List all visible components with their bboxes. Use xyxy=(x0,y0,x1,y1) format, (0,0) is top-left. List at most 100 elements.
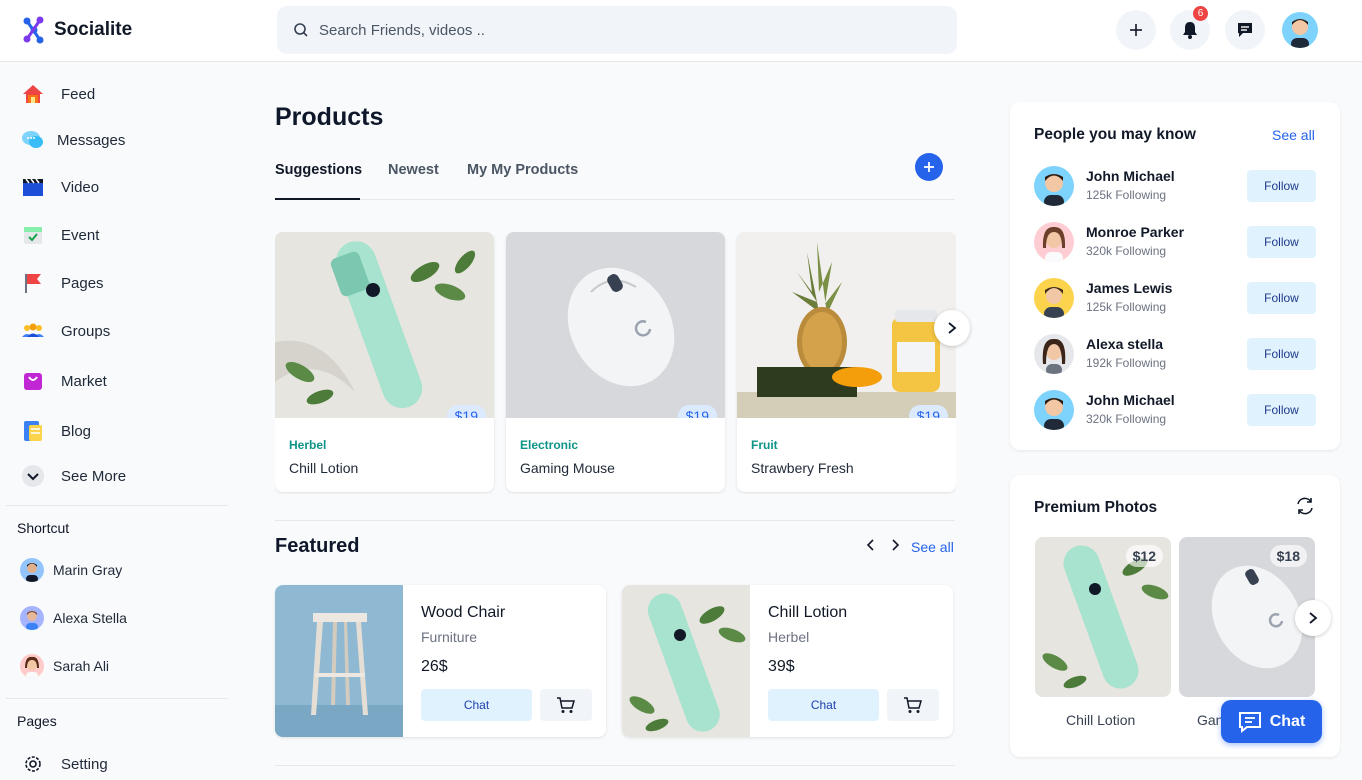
sidebar-item-label: Setting xyxy=(61,755,108,773)
section-divider xyxy=(275,520,955,521)
sidebar-item-event[interactable]: Event xyxy=(20,217,220,253)
featured-card[interactable]: Chill Lotion Herbel 39$ Chat xyxy=(622,585,953,737)
product-category: Herbel xyxy=(289,438,327,452)
follow-button[interactable]: Follow xyxy=(1247,338,1316,370)
person-following: 125k Following xyxy=(1086,188,1167,202)
featured-prev-button[interactable] xyxy=(863,537,879,553)
tab-suggestions[interactable]: Suggestions xyxy=(275,162,362,178)
plus-icon xyxy=(924,162,934,172)
sidebar-item-setting[interactable]: Setting xyxy=(20,746,220,780)
premium-photo[interactable]: $12 xyxy=(1035,537,1171,697)
chat-button[interactable]: Chat xyxy=(421,689,532,721)
shortcut-label: Alexa Stella xyxy=(53,610,127,626)
video-icon xyxy=(20,174,46,200)
price-badge: $19 xyxy=(677,405,717,418)
person-suggestion: Alexa stella 192k Following Follow xyxy=(1034,332,1316,374)
search-bar[interactable] xyxy=(277,6,957,54)
product-card[interactable]: $19 Herbel Chill Lotion xyxy=(275,232,494,492)
avatar[interactable] xyxy=(1034,334,1074,374)
follow-button[interactable]: Follow xyxy=(1247,282,1316,314)
logo[interactable]: Socialite xyxy=(22,16,132,44)
cart-icon xyxy=(557,697,575,713)
shortcut-item[interactable]: Sarah Ali xyxy=(20,654,109,678)
featured-category: Herbel xyxy=(768,629,810,645)
chevron-right-icon xyxy=(892,539,900,551)
featured-next-button[interactable] xyxy=(887,537,903,553)
follow-button[interactable]: Follow xyxy=(1247,394,1316,426)
sidebar-item-label: Messages xyxy=(57,131,126,149)
create-button[interactable] xyxy=(1116,10,1156,50)
sidebar-item-feed[interactable]: Feed xyxy=(20,76,220,112)
person-name[interactable]: James Lewis xyxy=(1086,280,1172,296)
sidebar-item-groups[interactable]: Groups xyxy=(20,313,220,349)
user-avatar[interactable] xyxy=(1282,12,1318,48)
avatar-image xyxy=(1282,12,1318,48)
shortcut-title: Shortcut xyxy=(17,520,70,536)
refresh-icon xyxy=(1297,497,1313,515)
groups-icon xyxy=(20,318,46,344)
search-input[interactable] xyxy=(319,21,819,39)
featured-card[interactable]: Wood Chair Furniture 26$ Chat xyxy=(275,585,606,737)
shortcut-item[interactable]: Marin Gray xyxy=(20,558,122,582)
sidebar-item-messages[interactable]: Messages xyxy=(20,122,220,158)
product-card[interactable]: $19 Electronic Gaming Mouse xyxy=(506,232,725,492)
sidebar-item-pages[interactable]: Pages xyxy=(20,265,220,301)
plus-icon xyxy=(1130,24,1142,36)
sidebar-item-label: Pages xyxy=(61,274,104,292)
product-tabs: Suggestions Newest My My Products xyxy=(275,150,955,200)
shortcut-item[interactable]: Alexa Stella xyxy=(20,606,127,630)
avatar[interactable] xyxy=(1034,390,1074,430)
sidebar-item-market[interactable]: Market xyxy=(20,363,220,399)
refresh-button[interactable] xyxy=(1294,495,1316,517)
photo-label: Chill Lotion xyxy=(1066,712,1136,728)
sidebar-item-see-more[interactable]: See More xyxy=(20,458,220,494)
people-see-all-link[interactable]: See all xyxy=(1272,127,1315,143)
follow-button[interactable]: Follow xyxy=(1247,170,1316,202)
messages-button[interactable] xyxy=(1225,10,1265,50)
featured-see-all-link[interactable]: See all xyxy=(911,539,954,555)
sidebar-divider xyxy=(6,698,228,699)
notifications-button[interactable]: 6 xyxy=(1170,6,1210,50)
add-to-cart-button[interactable] xyxy=(540,689,592,721)
flag-icon xyxy=(20,270,46,296)
product-image: $19 xyxy=(275,232,494,418)
sidebar-divider xyxy=(6,505,228,506)
tab-newest[interactable]: Newest xyxy=(388,162,439,178)
product-name: Chill Lotion xyxy=(289,460,359,476)
product-name: Strawbery Fresh xyxy=(751,460,854,476)
sidebar-item-blog[interactable]: Blog xyxy=(20,413,220,449)
add-to-cart-button[interactable] xyxy=(887,689,939,721)
photo-price-badge: $18 xyxy=(1269,545,1307,567)
photos-next-button[interactable] xyxy=(1295,600,1331,636)
tab-my-products[interactable]: My My Products xyxy=(467,162,578,178)
avatar[interactable] xyxy=(1034,278,1074,318)
search-icon xyxy=(294,23,308,37)
person-following: 320k Following xyxy=(1086,412,1167,426)
person-following: 192k Following xyxy=(1086,356,1167,370)
floating-chat-button[interactable]: Chat xyxy=(1221,700,1322,743)
person-suggestion: Monroe Parker 320k Following Follow xyxy=(1034,220,1316,262)
follow-button[interactable]: Follow xyxy=(1247,226,1316,258)
sidebar-item-video[interactable]: Video xyxy=(20,169,220,205)
avatar[interactable] xyxy=(1034,222,1074,262)
product-image: $19 xyxy=(737,232,956,418)
avatar[interactable] xyxy=(1034,166,1074,206)
section-divider xyxy=(275,765,955,766)
chat-bubble-icon xyxy=(1238,23,1252,37)
chat-bubble-icon xyxy=(1238,711,1261,733)
person-name[interactable]: John Michael xyxy=(1086,392,1175,408)
premium-photos-title: Premium Photos xyxy=(1034,499,1158,516)
product-card[interactable]: $19 Fruit Strawbery Fresh xyxy=(737,232,956,492)
bag-icon xyxy=(20,368,46,394)
person-name[interactable]: Monroe Parker xyxy=(1086,224,1184,240)
top-header: Socialite 6 xyxy=(0,0,1362,62)
person-name[interactable]: John Michael xyxy=(1086,168,1175,184)
sidebar-item-label: Blog xyxy=(61,422,92,440)
person-name[interactable]: Alexa stella xyxy=(1086,336,1163,352)
sidebar-item-label: Event xyxy=(61,226,100,244)
carousel-next-button[interactable] xyxy=(934,310,970,346)
bell-icon xyxy=(1183,22,1197,39)
chat-button[interactable]: Chat xyxy=(768,689,879,721)
sidebar-item-label: Market xyxy=(61,372,107,390)
add-product-button[interactable] xyxy=(915,153,943,181)
